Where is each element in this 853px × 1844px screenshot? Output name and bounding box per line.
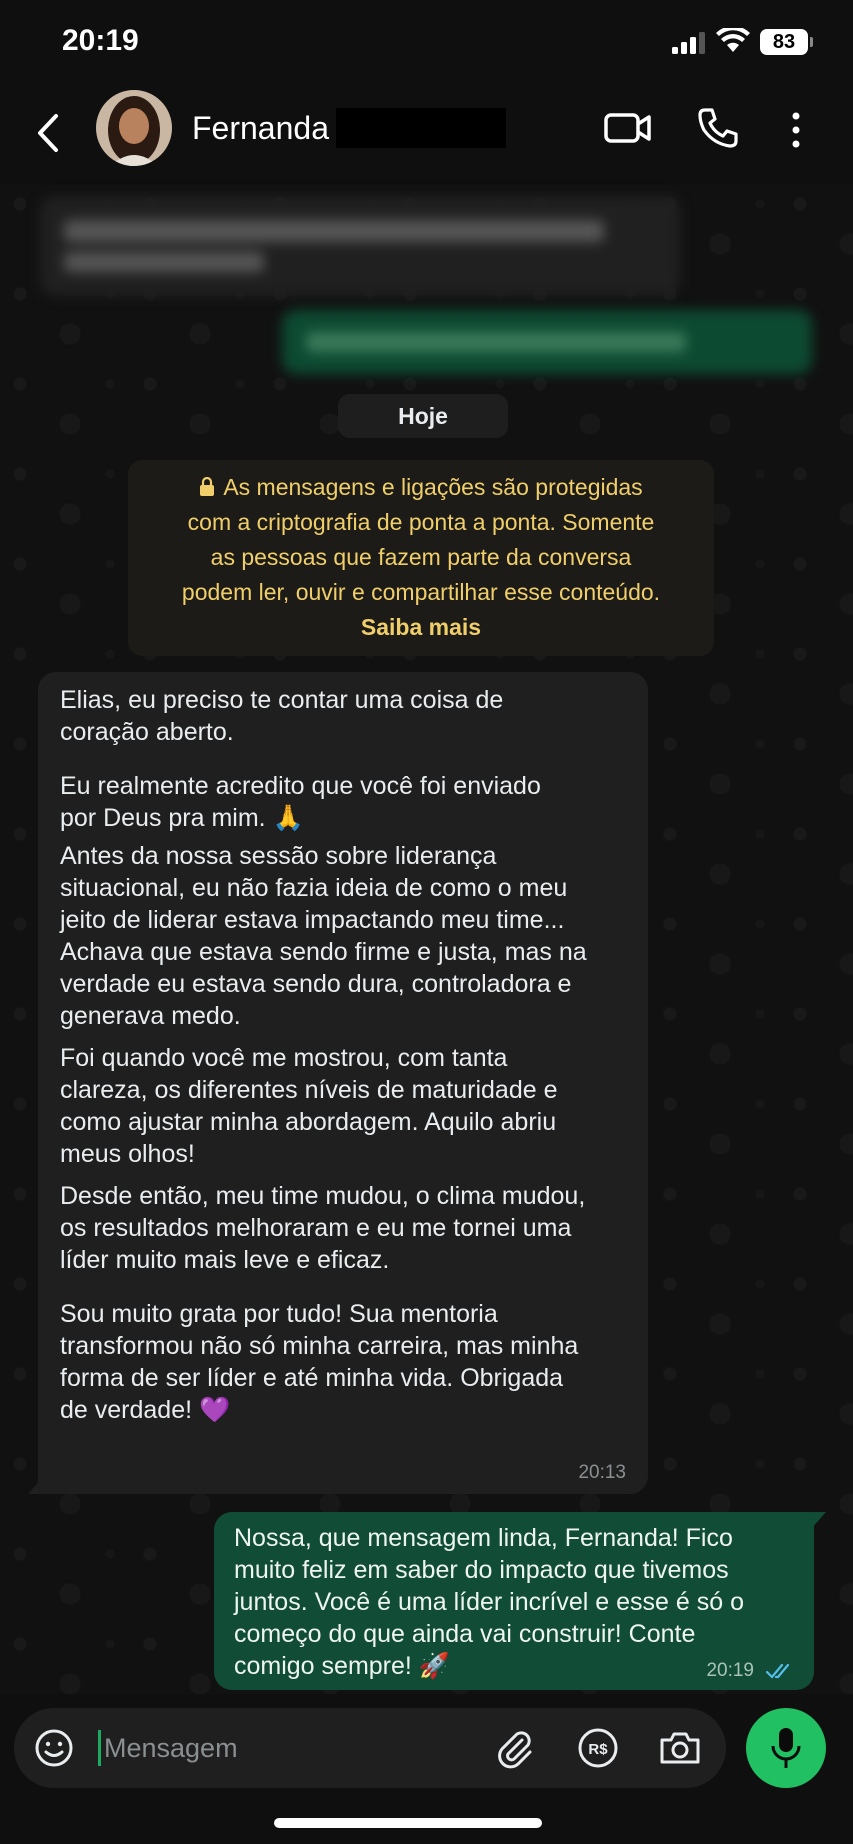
svg-text:R$: R$ (588, 1741, 608, 1758)
learn-more-link[interactable]: Saiba mais (128, 610, 714, 645)
message-composer: R$ (14, 1708, 726, 1788)
message-line: Nossa, que mensagem linda, Fernanda! Fic… (234, 1524, 733, 1552)
signal-icon (672, 32, 705, 54)
emoji-icon[interactable] (34, 1728, 74, 1768)
date-separator: Hoje (338, 394, 508, 438)
home-indicator (274, 1818, 542, 1828)
message-line: meus olhos! (60, 1140, 195, 1168)
encryption-text-4: podem ler, ouvir e compartilhar esse con… (181, 579, 661, 605)
incoming-message-bubble[interactable]: Elias, eu preciso te contar uma coisa de… (28, 672, 648, 1494)
avatar[interactable] (96, 90, 172, 166)
menu-icon[interactable] (784, 108, 808, 152)
pix-icon[interactable]: R$ (576, 1726, 620, 1770)
lock-icon (200, 477, 215, 496)
message-line: Achava que estava sendo firme e justa, m… (60, 938, 587, 966)
encryption-notice[interactable]: As mensagens e ligações são protegidas c… (128, 460, 714, 656)
back-icon[interactable] (34, 110, 64, 156)
message-line: situacional, eu não fazia ideia de como … (60, 874, 568, 902)
status-time: 20:19 (62, 24, 139, 57)
message-line: os resultados melhoraram e eu me tornei … (60, 1214, 572, 1242)
message-timestamp: 20:19 (706, 1660, 754, 1681)
message-line: como ajustar minha abordagem. Aquilo abr… (60, 1108, 557, 1136)
message-line: Desde então, meu time mudou, o clima mud… (60, 1182, 586, 1210)
bubble-tail (28, 1478, 42, 1494)
outgoing-message-bubble[interactable]: Nossa, que mensagem linda, Fernanda! Fic… (214, 1512, 826, 1690)
message-line: coração aberto. (60, 718, 234, 746)
encryption-text-1: As mensagens e ligações são protegidas (223, 474, 643, 500)
encryption-text-2: com a criptografia de ponta a ponta. Som… (187, 509, 655, 535)
mic-icon (771, 1728, 801, 1768)
voice-message-button[interactable] (746, 1708, 826, 1788)
message-line: jeito de liderar estava impactando meu t… (60, 906, 565, 934)
camera-icon[interactable] (658, 1728, 702, 1768)
message-line: Antes da nossa sessão sobre liderança (60, 842, 497, 870)
read-ticks-icon (766, 1663, 790, 1679)
battery-indicator: 83 (760, 29, 813, 55)
message-line: Foi quando você me mostrou, com tanta (60, 1044, 508, 1072)
bubble-tail (812, 1512, 826, 1528)
message-line: comigo sempre! 🚀 (234, 1652, 450, 1680)
blurred-previous-reply (282, 310, 812, 374)
message-line: de verdade! 💜 (60, 1396, 231, 1424)
message-line: Eu realmente acredito que você foi envia… (60, 772, 541, 800)
message-line: começo do que ainda vai construir! Conte (234, 1620, 696, 1648)
message-line: Sou muito grata por tudo! Sua mentoria (60, 1300, 498, 1328)
message-line: forma de ser líder e até minha vida. Obr… (60, 1364, 564, 1392)
message-line: juntos. Você é uma líder incrível e esse… (234, 1588, 744, 1616)
whatsapp-chat-screen: 20:19 83 Fernanda Hoje As mensagens e li… (0, 0, 853, 1844)
message-line: muito feliz em saber do impacto que tive… (234, 1556, 729, 1584)
encryption-notice-line-1: As mensagens e ligações são protegidas (128, 470, 714, 505)
message-line: transformou não só minha carreira, mas m… (60, 1332, 579, 1360)
attach-icon[interactable] (492, 1726, 536, 1770)
message-input[interactable] (104, 1724, 404, 1772)
contact-name[interactable]: Fernanda (192, 110, 329, 147)
wifi-icon (716, 28, 750, 52)
status-bar: 20:19 83 (0, 0, 853, 84)
message-line: clareza, os diferentes níveis de maturid… (60, 1076, 558, 1104)
chat-header: Fernanda (0, 84, 853, 184)
video-call-icon[interactable] (604, 108, 652, 148)
message-timestamp: 20:13 (578, 1462, 626, 1483)
voice-call-icon[interactable] (696, 106, 740, 150)
message-line: verdade eu estava sendo dura, controlado… (60, 970, 572, 998)
message-line: líder muito mais leve e eficaz. (60, 1246, 390, 1274)
avatar-image (96, 90, 172, 166)
text-cursor (98, 1730, 101, 1766)
message-line: por Deus pra mim. 🙏 (60, 804, 304, 832)
message-line: Elias, eu preciso te contar uma coisa de (60, 686, 504, 714)
blurred-previous-message (40, 196, 680, 296)
message-line: generava medo. (60, 1002, 241, 1030)
redacted-surname (336, 108, 506, 148)
encryption-text-3: as pessoas que fazem parte da conversa (210, 544, 632, 570)
composer-bar: R$ (0, 1694, 853, 1844)
